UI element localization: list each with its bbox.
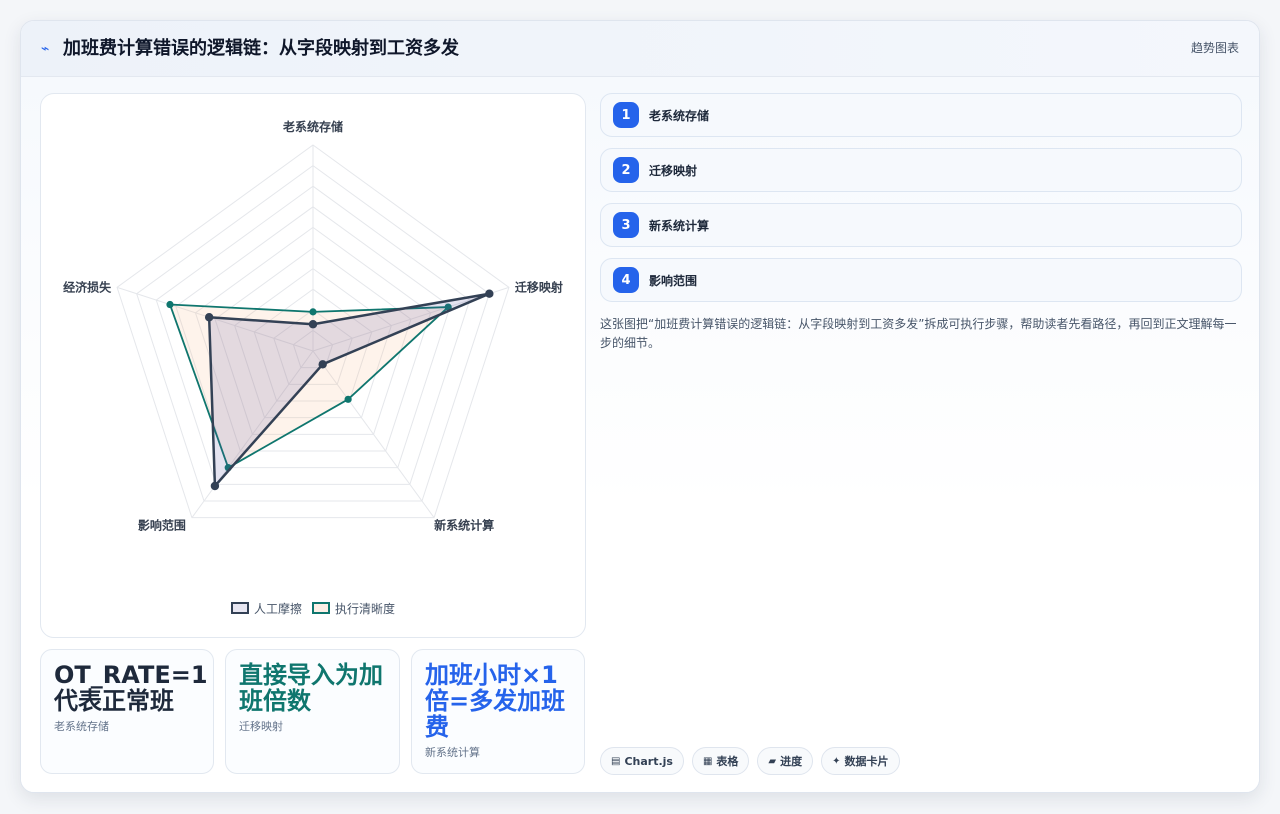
- radar-point: [308, 320, 318, 329]
- step-item[interactable]: 3 新系统计算: [600, 203, 1242, 247]
- legend-label-series-2: 执行清晰度: [335, 601, 396, 616]
- stat-value: OT_RATE=1代表正常班: [54, 661, 208, 715]
- step-item[interactable]: 1 老系统存储: [600, 93, 1242, 137]
- stat-card-2: 直接导入为加班倍数 迁移映射: [225, 649, 400, 774]
- stat-card-1: OT_RATE=1代表正常班 老系统存储: [40, 649, 214, 774]
- chip-chartjs[interactable]: ▤ Chart.js: [600, 747, 684, 775]
- progress-icon: ▰: [768, 755, 777, 767]
- stat-label: 迁移映射: [239, 720, 283, 733]
- table-icon: ▦: [702, 755, 713, 767]
- radar-axis-label: 新系统计算: [434, 518, 494, 533]
- card-icon: ✦: [832, 755, 841, 767]
- legend-swatch-series-1: [230, 602, 249, 614]
- step-number-badge: 2: [613, 157, 639, 183]
- chip-label: 表格: [716, 755, 739, 768]
- radar-point: [166, 300, 174, 309]
- legend-item-series-2[interactable]: 执行清晰度: [312, 600, 395, 616]
- tech-chip-row: ▤ Chart.js ▦ 表格 ▰ 进度 ✦ 数据卡片: [600, 747, 900, 775]
- step-label: 迁移映射: [649, 163, 698, 178]
- radar-chart: 老系统存储迁移映射新系统计算 影响范围 经济损失: [63, 119, 563, 533]
- chart-icon: ▤: [611, 755, 621, 767]
- radar-point: [344, 395, 352, 403]
- stat-label: 老系统存储: [54, 720, 109, 733]
- step-number-badge: 3: [613, 212, 639, 238]
- chart-legend: 人工摩擦 执行清晰度: [41, 600, 585, 616]
- radar-point: [309, 308, 317, 316]
- page-title: 加班费计算错误的逻辑链：从字段映射到工资多发: [63, 38, 459, 59]
- legend-label-series-1: 人工摩擦: [253, 601, 302, 616]
- step-item[interactable]: 4 影响范围: [600, 258, 1242, 302]
- radar-point: [318, 360, 327, 369]
- chip-label: 数据卡片: [844, 755, 889, 768]
- stat-label: 新系统计算: [425, 746, 480, 759]
- main-card: ⌁ 加班费计算错误的逻辑链：从字段映射到工资多发 趋势图表 老系统存储 迁移映射新…: [20, 20, 1260, 793]
- stat-value: 直接导入为加班倍数: [239, 661, 383, 715]
- step-number-badge: 4: [613, 267, 639, 293]
- stat-card-3: 加班小时×1倍=多发加班费 新系统计算: [411, 649, 585, 774]
- legend-swatch-series-2: [312, 602, 330, 614]
- chip-data-card[interactable]: ✦ 数据卡片: [821, 747, 900, 775]
- step-item[interactable]: 2 迁移映射: [600, 148, 1242, 192]
- stat-value: 加班小时×1倍=多发加班费: [425, 661, 566, 741]
- chip-label: 进度: [780, 755, 803, 768]
- radar-axis-label: 影响范围: [138, 518, 186, 533]
- step-label: 新系统计算: [649, 218, 710, 233]
- radar-point: [485, 289, 494, 298]
- chip-progress[interactable]: ▰ 进度: [757, 747, 814, 775]
- legend-item-series-1[interactable]: 人工摩擦: [230, 600, 302, 616]
- step-number-badge: 1: [613, 102, 639, 128]
- trend-icon: ⌁: [41, 41, 50, 57]
- radar-axis-label: 经济损失: [63, 279, 112, 294]
- radar-point: [210, 481, 220, 491]
- step-label: 老系统存储: [649, 108, 710, 123]
- chip-label: Chart.js: [624, 754, 673, 768]
- step-list: 1 老系统存储 2 迁移映射 3 新系统计算 4 影响范围: [600, 93, 1242, 313]
- radar-axis-label: 迁移映射: [515, 279, 563, 294]
- header: ⌁ 加班费计算错误的逻辑链：从字段映射到工资多发 趋势图表: [21, 21, 1259, 77]
- chip-table[interactable]: ▦ 表格: [691, 747, 750, 775]
- content-area: 老系统存储 迁移映射 新系统计算 影响范围 经济损失 人工摩擦 执行清晰度 OT_RAT…: [21, 77, 1259, 792]
- radar-chart-panel: 老系统存储迁移映射新系统计算 影响范围 经济损失 人工摩擦 执行清晰度: [40, 93, 586, 638]
- radar-point: [204, 313, 214, 322]
- radar-axis-label: 老系统存储: [283, 119, 343, 134]
- chart-type-tag: 趋势图表: [1190, 41, 1239, 55]
- chart-description: 这张图把“加班费计算错误的逻辑链：从字段映射到工资多发”拆成可执行步骤，帮助读者…: [600, 317, 1237, 350]
- step-label: 影响范围: [649, 273, 698, 288]
